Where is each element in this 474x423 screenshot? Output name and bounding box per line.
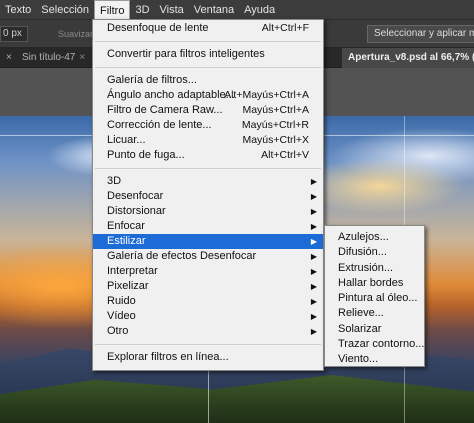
filter-menu-dropdown: Desenfoque de lente Alt+Ctrl+F Convertir… [92, 19, 324, 371]
menu-item-label: Punto de fuga... [107, 149, 185, 161]
menu-item-3d[interactable]: 3D ▶ [93, 174, 323, 189]
submenu-item-trace-contour[interactable]: Trazar contorno... [325, 337, 424, 352]
menu-item-filter-gallery[interactable]: Galería de filtros... [93, 73, 323, 88]
menu-item-label: Pixelizar [107, 280, 149, 292]
submenu-arrow-icon: ▶ [310, 297, 317, 306]
stylize-submenu: Azulejos... Difusión... Extrusión... Hal… [324, 225, 425, 367]
menu-item-label: Galería de efectos Desenfocar [107, 250, 257, 262]
menu-separator [95, 344, 321, 345]
submenu-item-find-edges[interactable]: Hallar bordes [325, 276, 424, 291]
menu-item-noise[interactable]: Ruido ▶ [93, 294, 323, 309]
menu-ventana[interactable]: Ventana [189, 0, 239, 20]
menu-item-label: 3D [107, 175, 122, 187]
menu-item-pixelate[interactable]: Pixelizar ▶ [93, 279, 323, 294]
menu-item-browse-filters-online[interactable]: Explorar filtros en línea... [93, 350, 323, 365]
tab-apertura[interactable]: Apertura_v8.psd al 66,7% (Capa [342, 48, 474, 68]
menu-item-label: Ángulo ancho adaptable... [107, 89, 235, 101]
menu-item-camera-raw[interactable]: Filtro de Camera Raw... Mayús+Ctrl+A [93, 103, 323, 118]
menu-item-label: Licuar... [107, 134, 146, 146]
submenu-item-diffuse[interactable]: Difusión... [325, 245, 424, 260]
menu-item-video[interactable]: Vídeo ▶ [93, 309, 323, 324]
submenu-arrow-icon: ▶ [310, 312, 317, 321]
menu-item-label: Convertir para filtros inteligentes [107, 48, 265, 60]
menu-item-lens-blur[interactable]: Desenfoque de lente Alt+Ctrl+F [93, 21, 323, 36]
submenu-arrow-icon: ▶ [310, 252, 317, 261]
menu-texto[interactable]: Texto [0, 0, 36, 20]
menu-separator [95, 41, 321, 42]
menu-item-stylize[interactable]: Estilizar ▶ [93, 234, 323, 249]
shortcut-label: Alt+Mayús+Ctrl+A [224, 89, 309, 101]
menu-3d[interactable]: 3D [130, 0, 154, 20]
menu-item-lens-correction[interactable]: Corrección de lente... Mayús+Ctrl+R [93, 118, 323, 133]
menu-item-sharpen[interactable]: Enfocar ▶ [93, 219, 323, 234]
menu-item-label: Otro [107, 325, 129, 337]
size-input[interactable]: 0 px [0, 26, 28, 42]
shortcut-label: Alt+Ctrl+F [261, 22, 309, 34]
submenu-item-solarize[interactable]: Solarizar [325, 322, 424, 337]
menu-item-label: Estilizar [107, 235, 146, 247]
menu-filtro[interactable]: Filtro [94, 0, 131, 20]
menu-item-label: Desenfoque de lente [107, 22, 209, 34]
select-and-mask-button[interactable]: Seleccionar y aplicar máscara... [367, 25, 474, 43]
menu-item-blur-gallery[interactable]: Galería de efectos Desenfocar ▶ [93, 249, 323, 264]
menu-item-blur[interactable]: Desenfocar ▶ [93, 189, 323, 204]
menu-ayuda[interactable]: Ayuda [239, 0, 280, 20]
menu-item-label: Enfocar [107, 220, 145, 232]
submenu-arrow-icon: ▶ [310, 192, 317, 201]
submenu-item-emboss[interactable]: Relieve... [325, 306, 424, 321]
menu-separator [95, 168, 321, 169]
smooth-checkbox-label[interactable]: Suavizar [58, 29, 93, 39]
tab-label: Sin título-47 [22, 52, 76, 63]
menu-seleccion[interactable]: Selección [36, 0, 94, 20]
menu-item-adaptive-wide-angle[interactable]: Ángulo ancho adaptable... Alt+Mayús+Ctrl… [93, 88, 323, 103]
submenu-item-tiles[interactable]: Azulejos... [325, 230, 424, 245]
menu-item-distort[interactable]: Distorsionar ▶ [93, 204, 323, 219]
submenu-arrow-icon: ▶ [310, 327, 317, 336]
menu-separator [95, 67, 321, 68]
submenu-arrow-icon: ▶ [310, 267, 317, 276]
menu-item-convert-smart-filters[interactable]: Convertir para filtros inteligentes [93, 47, 323, 62]
submenu-arrow-icon: ▶ [310, 237, 317, 246]
menu-item-label: Filtro de Camera Raw... [107, 104, 223, 116]
shortcut-label: Alt+Ctrl+V [261, 149, 309, 161]
menu-item-vanishing-point[interactable]: Punto de fuga... Alt+Ctrl+V [93, 148, 323, 163]
submenu-item-wind[interactable]: Viento... [325, 352, 424, 367]
menu-item-label: Explorar filtros en línea... [107, 351, 229, 363]
submenu-arrow-icon: ▶ [310, 282, 317, 291]
menu-vista[interactable]: Vista [155, 0, 189, 20]
shortcut-label: Mayús+Ctrl+R [241, 119, 309, 131]
submenu-arrow-icon: ▶ [310, 207, 317, 216]
menu-item-label: Corrección de lente... [107, 119, 212, 131]
menu-bar: Texto Selección Filtro 3D Vista Ventana … [0, 0, 474, 20]
menu-item-label: Galería de filtros... [107, 74, 197, 86]
submenu-item-extrude[interactable]: Extrusión... [325, 261, 424, 276]
submenu-arrow-icon: ▶ [310, 177, 317, 186]
submenu-arrow-icon: ▶ [310, 222, 317, 231]
menu-item-label: Ruido [107, 295, 136, 307]
menu-item-liquify[interactable]: Licuar... Mayús+Ctrl+X [93, 133, 323, 148]
submenu-item-oil-paint[interactable]: Pintura al óleo... [325, 291, 424, 306]
menu-item-label: Interpretar [107, 265, 158, 277]
menu-item-label: Desenfocar [107, 190, 164, 202]
close-icon[interactable]: × [79, 52, 85, 63]
menu-item-label: Vídeo [107, 310, 136, 322]
shortcut-label: Mayús+Ctrl+X [242, 134, 309, 146]
menu-item-label: Distorsionar [107, 205, 166, 217]
menu-item-render[interactable]: Interpretar ▶ [93, 264, 323, 279]
shortcut-label: Mayús+Ctrl+A [242, 104, 309, 116]
tab-sin-titulo[interactable]: Sin título-47 × [16, 48, 91, 68]
menu-item-other[interactable]: Otro ▶ [93, 324, 323, 339]
